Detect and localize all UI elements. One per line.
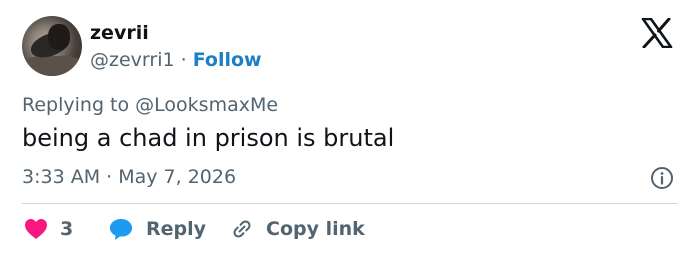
action-bar: 3 Reply Copy link [22,213,682,245]
copy-link-button[interactable]: Copy link [230,213,365,245]
timestamp[interactable]: 3:33 AM · May 7, 2026 [22,166,236,188]
like-button[interactable]: 3 [24,213,73,245]
handle-separator: · [180,49,187,71]
handle[interactable]: @zevrri1 [90,49,175,71]
follow-button[interactable]: Follow [193,49,262,71]
reply-bubble-icon [110,219,132,240]
copy-link-label: Copy link [266,218,365,240]
heart-icon [25,219,47,239]
like-count: 3 [60,218,74,240]
tweet-text: being a chad in prison is brutal [22,124,395,152]
x-logo-icon[interactable] [641,18,673,48]
reply-mention[interactable]: @LooksmaxMe [135,94,278,116]
handle-row: @zevrri1 · Follow [90,49,262,71]
divider [22,203,678,204]
display-name[interactable]: zevrii [90,22,149,44]
info-icon[interactable] [650,166,674,190]
link-icon [233,220,251,238]
avatar[interactable] [22,16,82,76]
reply-label: Reply [146,218,207,240]
reply-prefix: Replying to [22,94,130,116]
reply-context: Replying to @LooksmaxMe [22,94,278,116]
reply-button[interactable]: Reply [108,213,206,245]
